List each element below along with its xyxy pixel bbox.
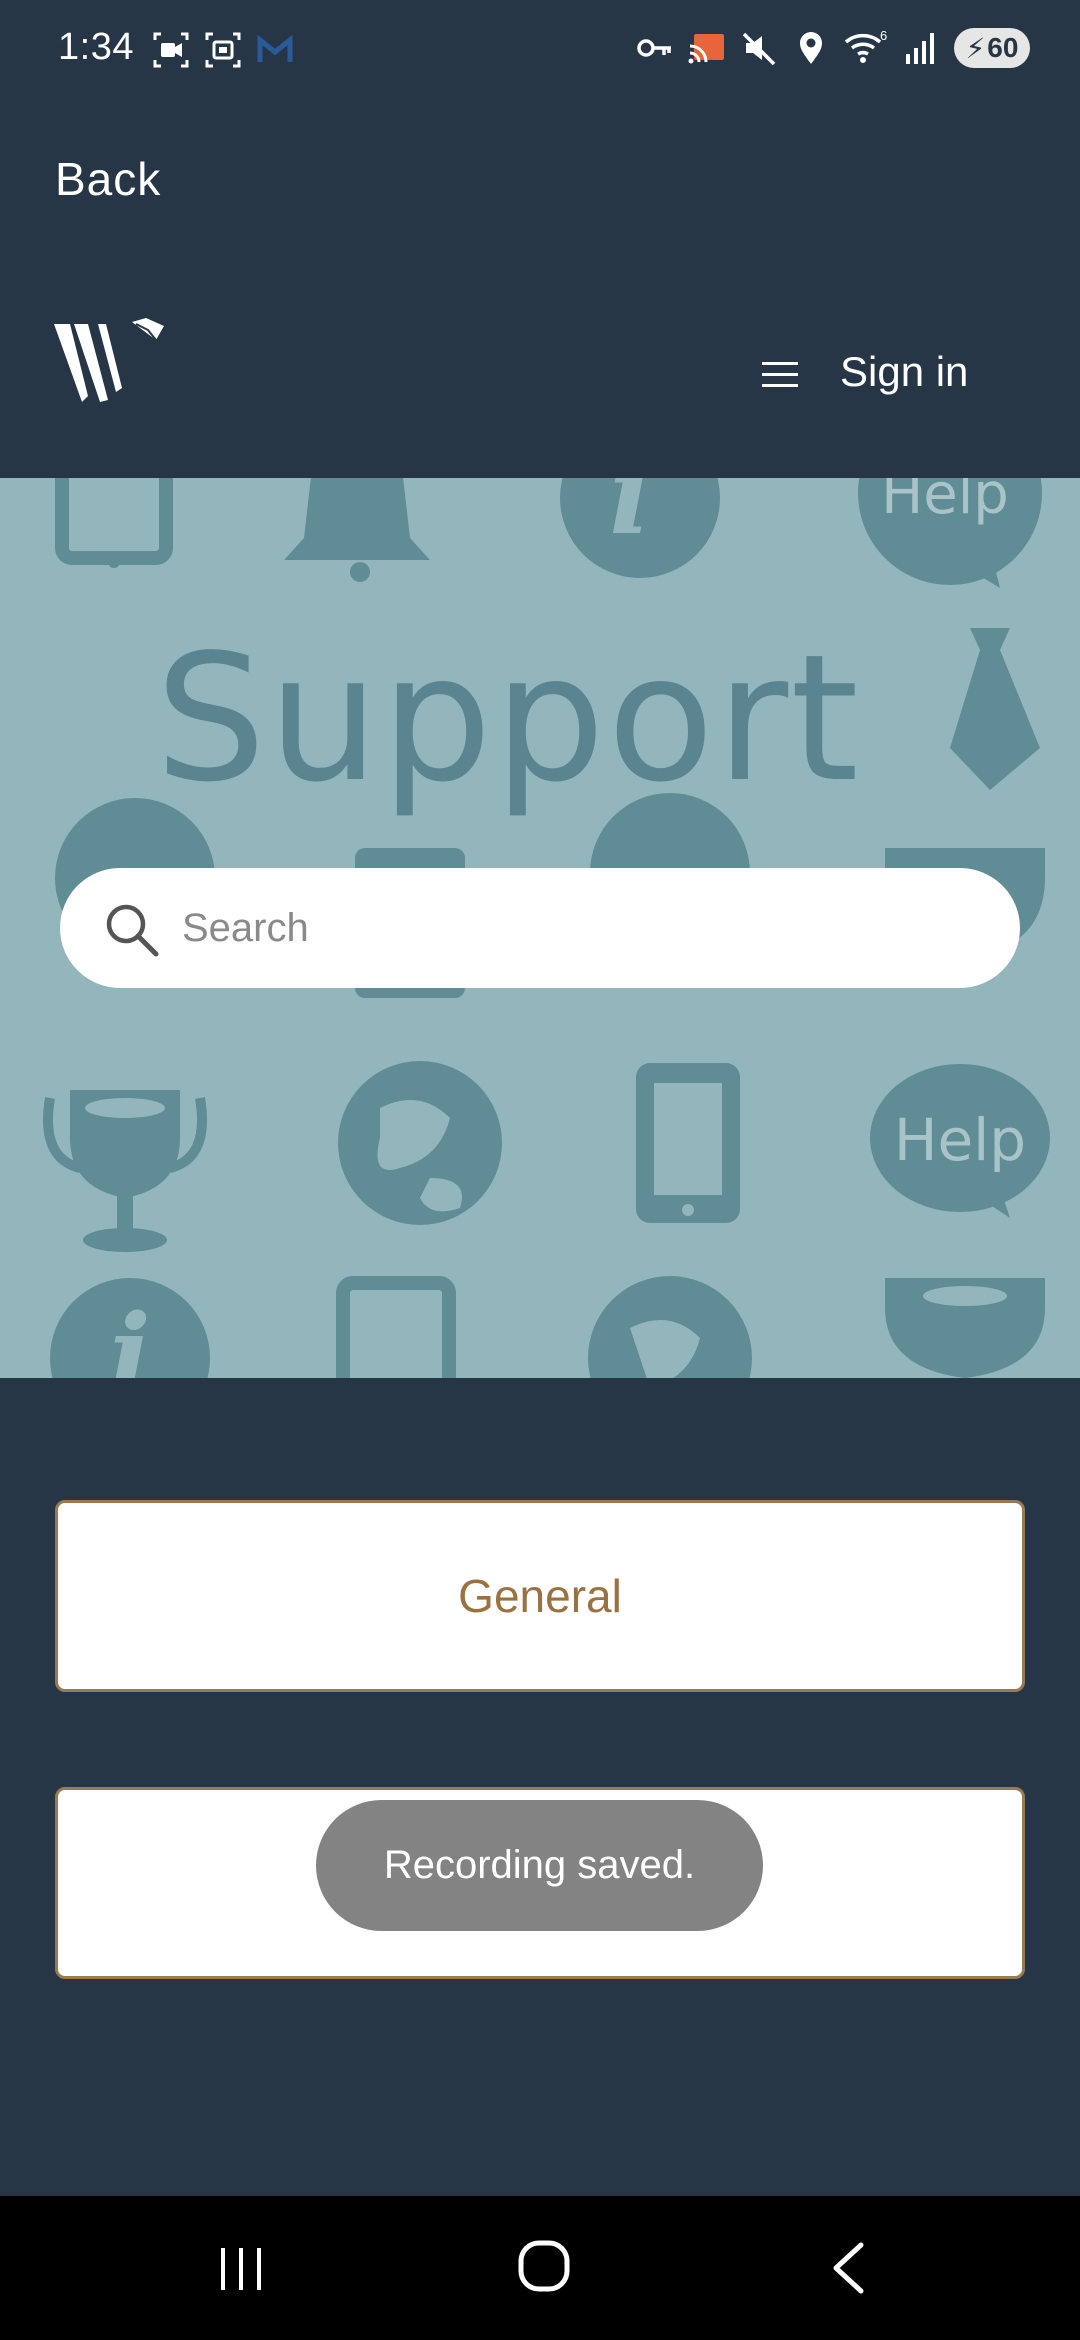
status-right-icons: 6 ⚡ 60 — [636, 28, 1030, 68]
category-card-label: General — [458, 1570, 622, 1622]
sign-in-link[interactable]: Sign in — [840, 348, 968, 396]
cast-icon — [688, 34, 724, 64]
location-icon — [800, 32, 822, 64]
status-bar: 1:34 6 ⚡ 60 — [0, 0, 1080, 100]
system-navigation-bar — [0, 2196, 1080, 2340]
mute-icon — [742, 32, 776, 66]
search-input[interactable] — [120, 868, 920, 988]
svg-text:Help: Help — [881, 478, 1009, 527]
signal-icon — [906, 33, 934, 64]
status-left-icons — [152, 30, 294, 70]
hero-title: Support — [155, 618, 861, 821]
battery-level: 60 — [987, 32, 1019, 63]
home-icon[interactable] — [518, 2240, 570, 2292]
status-time: 1:34 — [58, 26, 134, 68]
svg-text:Help: Help — [894, 1106, 1026, 1174]
svg-text:i: i — [609, 478, 651, 559]
wifi-icon: 6 — [844, 28, 887, 63]
screenshot-icon — [205, 32, 241, 68]
back-link[interactable]: Back — [55, 152, 161, 206]
W-logo-icon[interactable] — [52, 318, 170, 408]
screen-record-icon — [153, 32, 189, 68]
gmail-icon — [257, 34, 293, 62]
menu-icon[interactable] — [760, 360, 800, 390]
toast-message: Recording saved. — [316, 1800, 763, 1931]
recent-apps-icon[interactable] — [215, 2246, 267, 2292]
category-card-general[interactable]: General — [55, 1500, 1025, 1692]
search-bar[interactable] — [60, 868, 1020, 988]
back-nav-icon[interactable] — [830, 2242, 866, 2294]
battery-charging-icon: ⚡ — [965, 32, 986, 64]
wifi-badge: 6 — [880, 28, 887, 43]
svg-text:i: i — [109, 1290, 151, 1378]
battery-icon: ⚡ 60 — [954, 28, 1030, 68]
vpn-key-icon — [637, 39, 671, 57]
